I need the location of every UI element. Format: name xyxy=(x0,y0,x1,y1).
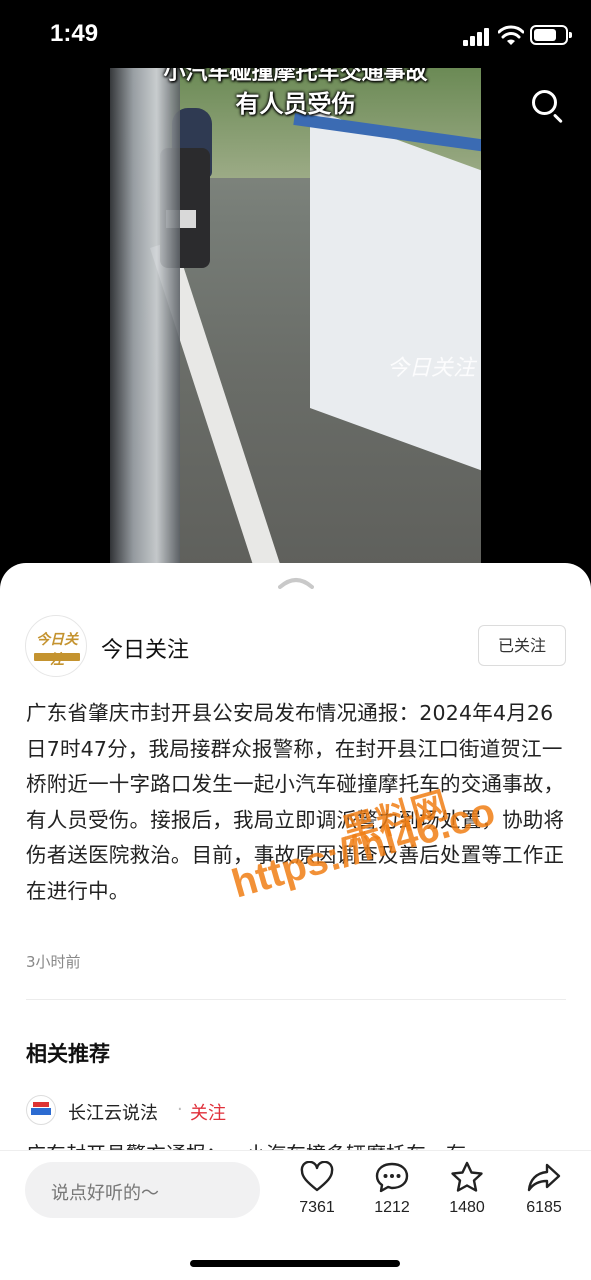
heart-icon xyxy=(300,1161,334,1192)
comment-button[interactable]: 1212 xyxy=(362,1161,422,1217)
share-button[interactable]: 6185 xyxy=(514,1161,574,1217)
like-count: 7361 xyxy=(299,1199,335,1216)
following-button[interactable]: 已关注 xyxy=(478,625,566,666)
video-watermark: 今日关注 xyxy=(386,356,475,381)
status-time: 1:49 xyxy=(50,20,99,47)
like-button[interactable]: 7361 xyxy=(287,1161,347,1217)
recommendation-author[interactable]: 长江云说法 xyxy=(68,1099,158,1125)
battery-icon xyxy=(530,25,572,45)
home-indicator[interactable] xyxy=(190,1260,400,1267)
separator-dot: · xyxy=(177,1099,183,1120)
related-recommendations-title: 相关推荐 xyxy=(26,1042,110,1066)
favorite-count: 1480 xyxy=(449,1199,485,1216)
search-button[interactable] xyxy=(528,86,568,126)
recommendation-follow-button[interactable]: 关注 xyxy=(190,1099,226,1125)
share-icon xyxy=(527,1163,561,1192)
comment-placeholder: 说点好听的～ xyxy=(51,1183,159,1204)
comment-icon xyxy=(375,1162,409,1193)
author-name[interactable]: 今日关注 xyxy=(101,632,189,664)
wifi-icon xyxy=(498,25,524,45)
chevron-up-icon[interactable] xyxy=(278,575,314,589)
status-bar: 1:49 xyxy=(0,0,591,70)
author-avatar[interactable]: 今日关注 xyxy=(25,615,87,677)
author-logo: 今日关注 xyxy=(36,632,78,668)
video-caption-main: 有人员受伤 xyxy=(235,90,356,118)
comment-count: 1212 xyxy=(374,1199,410,1216)
post-time: 3小时前 xyxy=(26,953,81,971)
star-icon xyxy=(451,1161,483,1192)
video-player[interactable]: 小汽车碰撞摩托车交通事故 有人员受伤 今日关注 xyxy=(110,68,481,568)
bottom-action-bar: 说点好听的～ 7361 1212 1480 6185 xyxy=(0,1150,591,1280)
favorite-button[interactable]: 1480 xyxy=(437,1161,497,1217)
comment-input[interactable]: 说点好听的～ xyxy=(25,1162,260,1218)
divider xyxy=(26,999,566,1000)
share-count: 6185 xyxy=(526,1199,562,1216)
recommendation-avatar[interactable] xyxy=(26,1095,56,1125)
cellular-signal-icon xyxy=(463,28,491,46)
